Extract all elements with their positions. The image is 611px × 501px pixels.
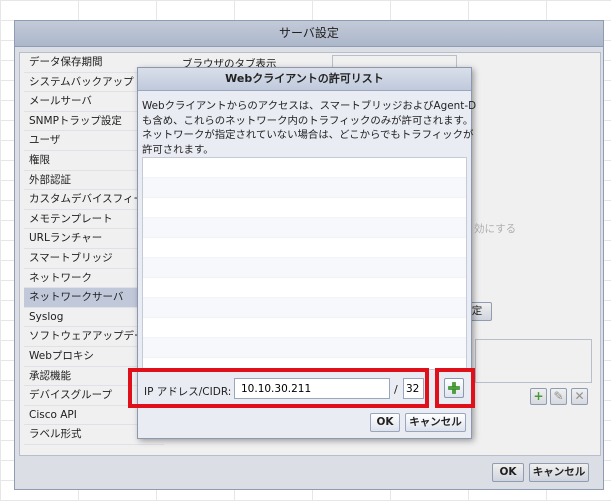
allowed-network-list[interactable] [142,157,467,370]
description-line: 許可されます。 [142,143,214,156]
allowlist-description: Webクライアントからのアクセスは、スマートブリッジおよびAgent-D も含め… [142,99,477,157]
list-item[interactable] [143,158,466,178]
description-line: Webクライアントからのアクセスは、スマートブリッジおよびAgent-D [142,100,477,112]
list-item[interactable] [143,238,466,258]
allowlist-ok-button[interactable]: OK [370,413,400,432]
list-item[interactable] [143,318,466,338]
list-item[interactable] [143,338,466,358]
list-item[interactable] [143,298,466,318]
description-line: ネットワークが指定されていない場合は、どこからでもトラフィックが [142,129,474,141]
ip-input-highlight [128,368,429,408]
list-item[interactable] [143,178,466,198]
list-item[interactable] [143,218,466,238]
allowlist-dialog-title: Webクライアントの許可リスト [138,68,471,91]
description-line: も含め、これらのネットワーク内のトラフィックのみが許可されます。 [142,114,474,127]
list-item[interactable] [143,258,466,278]
allowlist-cancel-button[interactable]: キャンセル [405,413,466,432]
list-item[interactable] [143,278,466,298]
add-button-highlight [435,368,475,408]
list-item[interactable] [143,198,466,218]
allowlist-dialog-footer: OK キャンセル [138,410,471,438]
